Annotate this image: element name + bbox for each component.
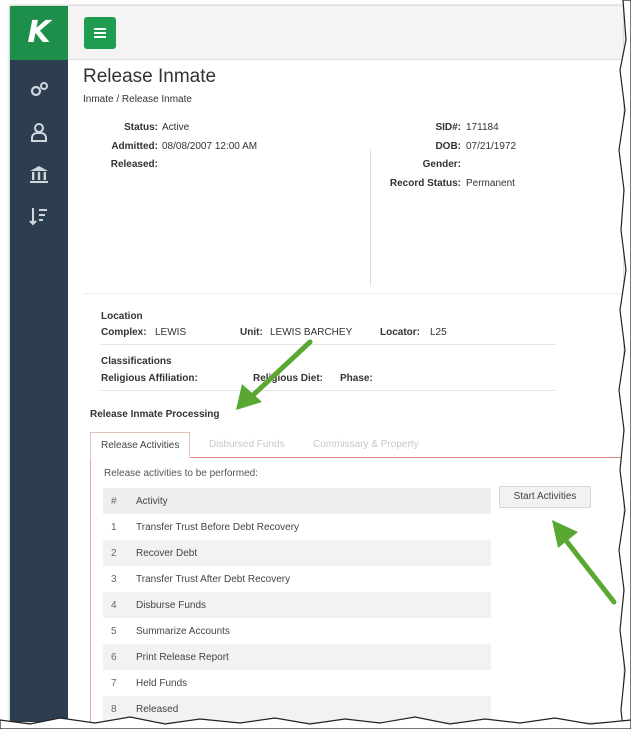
arrow-annotation [552,520,617,605]
dob-label: DOB: [435,141,461,152]
sid-label: SID#: [435,122,461,133]
tab-release-activities[interactable]: Release Activities [90,432,191,458]
row-number: 4 [111,600,117,611]
app-logo[interactable]: K [10,6,68,60]
activities-table: # Activity 1 Transfer Trust Before Debt … [103,488,491,722]
row-activity: Disburse Funds [136,600,207,611]
table-row[interactable]: 4 Disburse Funds [103,592,491,618]
row-activity: Summarize Accounts [136,626,230,637]
record-status-label: Record Status: [389,178,461,189]
tab-commissary-property[interactable]: Commissary & Property [303,432,429,458]
status-label: Status: [124,122,158,133]
row-activity: Recover Debt [136,548,198,559]
table-row[interactable]: 3 Transfer Trust After Debt Recovery [103,566,491,592]
sid-value: 171184 [466,122,499,133]
info-separator [83,293,623,294]
sort-list-icon[interactable] [27,204,51,228]
tab-bar: Release Activities Disbursed Funds Commi… [90,432,623,458]
admitted-value: 08/08/2007 12:00 AM [162,141,258,152]
breadcrumb[interactable]: Inmate / Release Inmate [83,94,192,105]
row-number: 2 [111,548,117,559]
table-header: # Activity [103,488,491,514]
row-number: 6 [111,652,117,663]
column-header-number: # [111,496,117,507]
start-activities-button[interactable]: Start Activities [499,486,591,508]
row-number: 5 [111,626,117,637]
row-activity: Transfer Trust Before Debt Recovery [136,522,300,533]
record-status-value: Permanent [466,178,515,189]
row-activity: Held Funds [136,678,188,689]
row-number: 8 [111,704,117,715]
dob-value: 07/21/1972 [466,141,517,152]
bank-icon[interactable] [27,162,51,186]
gender-label: Gender: [422,159,461,170]
arrow-annotation [236,339,313,410]
complex-label: Complex: [101,327,147,338]
locator-label: Locator: [380,327,420,338]
torn-edge-bottom [0,716,631,729]
locator-value: L25 [430,327,447,338]
table-row[interactable]: 2 Recover Debt [103,540,491,566]
status-value: Active [162,122,190,133]
processing-heading: Release Inmate Processing [90,409,220,420]
table-row[interactable]: 7 Held Funds [103,670,491,696]
location-divider [101,344,556,345]
complex-value: LEWIS [155,327,187,338]
main-content: Release Inmate Inmate / Release Inmate S… [68,60,623,722]
religious-affiliation-label: Religious Affiliation: [101,373,198,384]
info-divider [370,150,371,286]
sidebar: K [10,6,68,722]
table-row[interactable]: 5 Summarize Accounts [103,618,491,644]
app-window: K Release Inmate Inmate / Release Inmate… [10,6,623,722]
torn-edge-right [618,0,631,729]
activities-caption: Release activities to be performed: [104,468,258,479]
row-number: 3 [111,574,117,585]
row-activity: Print Release Report [136,652,229,663]
row-number: 1 [111,522,117,533]
page-title: Release Inmate [83,66,217,87]
released-label: Released: [110,159,158,170]
location-heading: Location [101,311,143,322]
row-activity: Released [136,704,179,715]
tab-disbursed-funds[interactable]: Disbursed Funds [199,432,295,458]
classifications-divider [101,390,556,391]
classifications-heading: Classifications [101,356,172,367]
table-row[interactable]: 1 Transfer Trust Before Debt Recovery [103,514,491,540]
phase-label: Phase: [340,373,373,384]
user-icon[interactable] [27,120,51,144]
row-number: 7 [111,678,117,689]
admitted-label: Admitted: [111,141,158,152]
row-activity: Transfer Trust After Debt Recovery [136,574,291,585]
column-header-activity: Activity [136,496,168,507]
table-row[interactable]: 6 Print Release Report [103,644,491,670]
gears-icon[interactable] [27,78,51,102]
hamburger-menu-icon[interactable] [84,17,116,49]
top-bar [68,6,623,60]
